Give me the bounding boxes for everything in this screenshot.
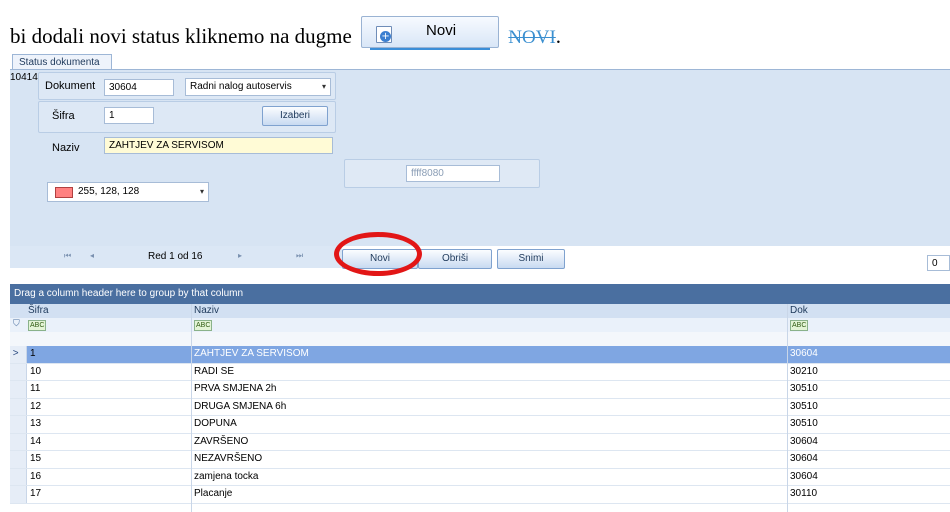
row-indicator: > <box>10 346 27 363</box>
row-indicator <box>10 486 27 503</box>
filter-row: ⛉ ABC ABC ABC <box>10 318 950 333</box>
row-indicator <box>10 416 27 433</box>
chevron-down-icon[interactable]: ▾ <box>200 184 204 200</box>
row-indicator <box>10 451 27 468</box>
novi-illustration-label: Novi <box>426 22 457 39</box>
column-header-sifra[interactable]: Šifra <box>28 304 49 318</box>
naziv-field[interactable]: ZAHTJEV ZA SERVISOM <box>104 137 333 154</box>
row-indicator <box>10 381 27 398</box>
highlight-circle <box>334 232 422 276</box>
izaberi-button[interactable]: Izaberi <box>262 106 328 126</box>
row-indicator <box>10 363 27 380</box>
page-size-field[interactable]: 0 <box>927 255 950 271</box>
grid-rows: > 1 ZAHTJEV ZA SERVISOM 30604 10 RADI SE… <box>10 346 950 504</box>
table-row[interactable]: 17 Placanje 30110 <box>10 486 950 504</box>
plus-icon: + <box>380 31 392 42</box>
table-row[interactable]: 15 NEZAVRŠENO 30604 <box>10 451 950 469</box>
color-swatch <box>55 187 73 198</box>
first-record-icon[interactable]: ⏮ <box>64 251 71 261</box>
tab-status-dokumenta[interactable]: Status dokumenta <box>12 54 112 69</box>
table-row[interactable]: 12 DRUGA SMJENA 6h 30510 <box>10 398 950 416</box>
dokument-combo[interactable]: Radni nalog autoservis ▾ <box>185 78 331 96</box>
table-row[interactable]: 10 RADI SE 30210 <box>10 363 950 381</box>
document-text-line: bi dodali novi status kliknemo na dugme … <box>10 16 562 54</box>
color-value: 255, 128, 128 <box>78 186 140 197</box>
row-indicator <box>10 433 27 450</box>
hex-color-field[interactable]: ffff8080 <box>406 165 500 182</box>
filter-sifra[interactable]: ABC <box>28 320 47 331</box>
table-row[interactable]: 14 ZAVRŠENO 30604 <box>10 433 950 451</box>
table-row[interactable]: 13 DOPUNA 30510 <box>10 416 950 434</box>
naziv-label: Naziv <box>52 142 80 154</box>
row-indicator <box>10 398 27 415</box>
row-indicator <box>10 468 27 485</box>
filter-dok[interactable]: ABC <box>790 320 809 331</box>
table-row[interactable]: 11 PRVA SMJENA 2h 30510 <box>10 381 950 399</box>
next-record-icon[interactable]: ▸ <box>238 251 242 260</box>
dokument-combo-value: Radni nalog autoservis <box>190 81 292 92</box>
table-row[interactable]: > 1 ZAHTJEV ZA SERVISOM 30604 <box>10 346 950 364</box>
novi-link[interactable]: NOVI <box>508 27 556 48</box>
sifra-field[interactable]: 1 <box>104 107 154 124</box>
dokument-field[interactable]: 30604 <box>104 79 174 96</box>
previous-record-icon[interactable]: ◂ <box>90 251 94 260</box>
record-position: Red 1 od 16 <box>148 251 203 262</box>
color-picker[interactable]: 255, 128, 128 ▾ <box>47 182 209 202</box>
record-id: 10414 <box>10 72 38 83</box>
novi-button-illustration: + Novi <box>361 16 500 50</box>
obrisi-button[interactable]: Obriši <box>418 249 492 269</box>
sifra-label: Šifra <box>52 110 75 122</box>
column-header-dok[interactable]: Dok <box>790 304 808 318</box>
grid-header: Šifra Naziv Dok <box>10 304 950 319</box>
last-record-icon[interactable]: ⏭ <box>296 251 303 261</box>
grid-spacer <box>10 332 950 346</box>
record-navigator: ⏮ ◂ Red 1 od 16 ▸ ⏭ <box>10 246 342 268</box>
column-divider <box>191 304 192 512</box>
column-divider <box>787 304 788 512</box>
end-punctuation: . <box>555 23 562 48</box>
column-header-naziv[interactable]: Naziv <box>194 304 219 318</box>
filter-icon[interactable]: ⛉ <box>13 319 20 329</box>
group-by-panel[interactable]: Drag a column header here to group by th… <box>10 284 950 304</box>
snimi-button[interactable]: Snimi <box>497 249 565 269</box>
filter-naziv[interactable]: ABC <box>194 320 213 331</box>
dokument-label: Dokument <box>45 80 96 92</box>
table-row[interactable]: 16 zamjena tocka 30604 <box>10 468 950 486</box>
document-sentence: bi dodali novi status kliknemo na dugme <box>10 23 352 48</box>
chevron-down-icon[interactable]: ▾ <box>322 79 326 95</box>
